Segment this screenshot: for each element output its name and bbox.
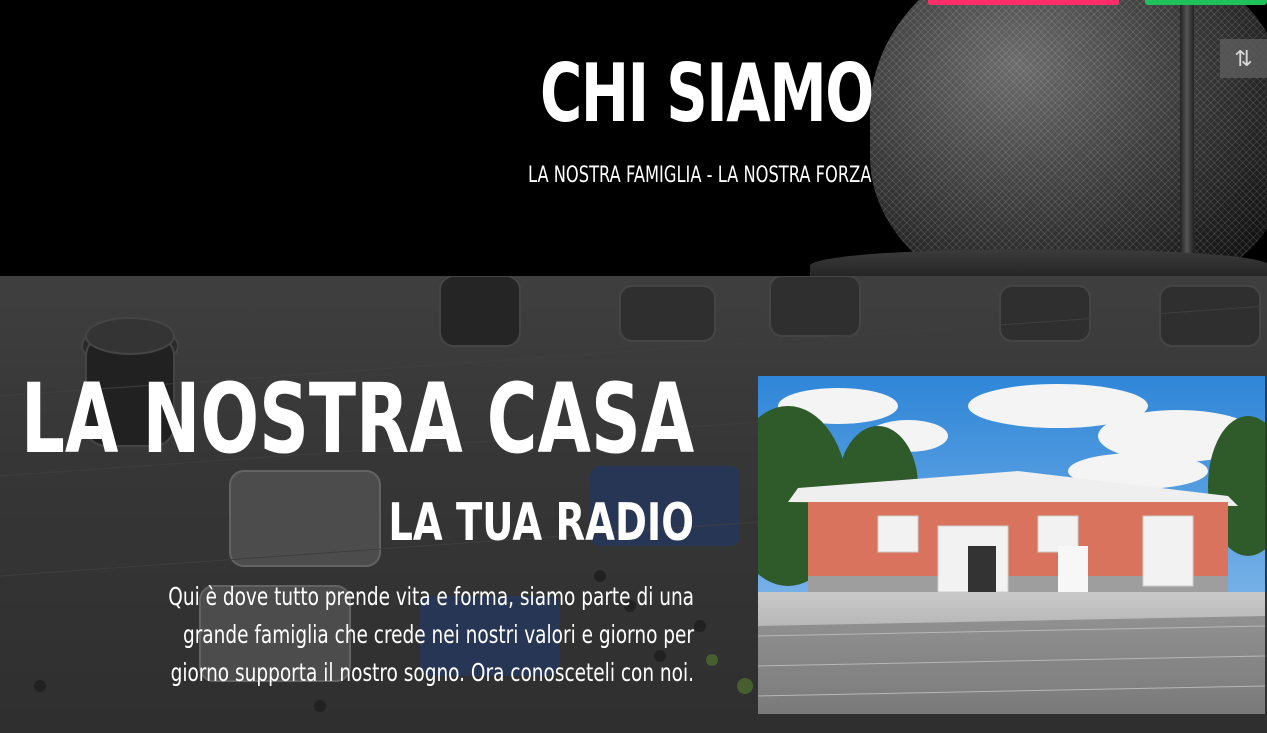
building-photo xyxy=(758,376,1265,714)
header-button-green[interactable] xyxy=(1145,0,1267,5)
description-line: giorno supporta il nostro sogno. Ora con… xyxy=(170,658,694,687)
description-line: Qui è dove tutto prende vita e forma, si… xyxy=(168,582,695,611)
scroll-toggle-button[interactable]: ⇅ xyxy=(1220,39,1267,78)
up-down-arrows-icon: ⇅ xyxy=(1234,45,1253,71)
section-title: LA NOSTRA CASA xyxy=(20,363,694,475)
section-description: Qui è dove tutto prende vita e forma, si… xyxy=(161,578,694,692)
page-subtitle: LA NOSTRA FAMIGLIA - LA NOSTRA FORZA xyxy=(528,163,872,188)
microphone-base xyxy=(810,250,1267,276)
hero-section: CHI SIAMO LA NOSTRA FAMIGLIA - LA NOSTRA… xyxy=(0,0,1267,276)
description-line: grande famiglia che crede nei nostri val… xyxy=(182,620,694,649)
section-subtitle: LA TUA RADIO xyxy=(388,493,694,553)
microphone-background xyxy=(870,0,1267,276)
page-title: CHI SIAMO xyxy=(540,47,874,140)
header-button-pink[interactable] xyxy=(928,0,1119,5)
casa-section: LA NOSTRA CASA LA TUA RADIO Qui è dove t… xyxy=(0,276,1267,733)
microphone-band xyxy=(1180,0,1194,276)
